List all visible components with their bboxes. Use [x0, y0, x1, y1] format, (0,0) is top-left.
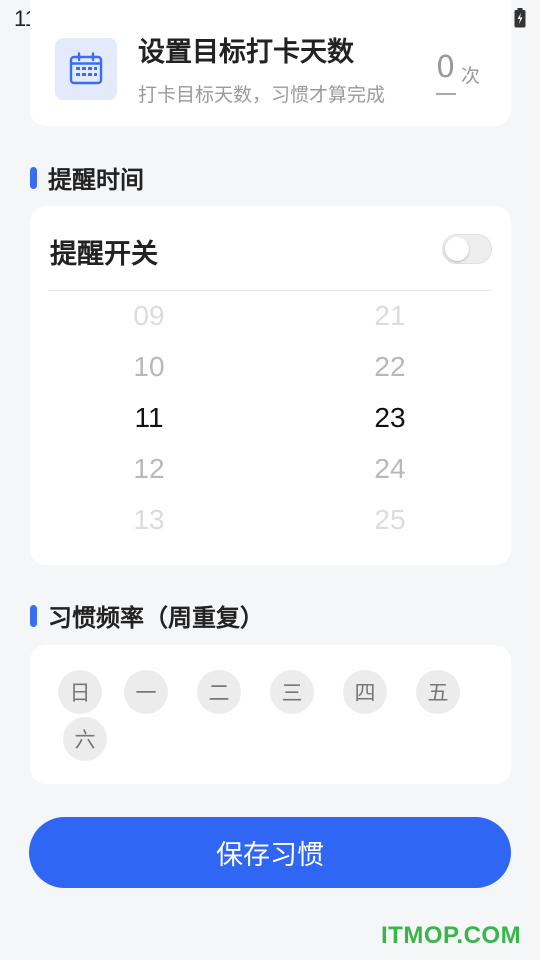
calendar-tile [55, 38, 117, 100]
reminder-toggle[interactable] [442, 234, 492, 264]
section-accent-bar [30, 166, 37, 189]
minute-option[interactable]: 25 [330, 504, 450, 536]
hour-option[interactable]: 13 [89, 504, 209, 536]
reminder-card: 提醒开关 09 10 11 12 13 21 22 23 24 25 [30, 206, 511, 565]
day-chip-monday[interactable]: 一 [124, 670, 168, 714]
minute-picker[interactable]: 21 22 23 24 25 [330, 295, 450, 555]
goal-subtitle: 打卡目标天数，习惯才算完成 [138, 84, 386, 106]
minute-option[interactable]: 24 [330, 453, 450, 485]
frequency-section-title: 习惯频率（周重复） [30, 598, 264, 633]
minute-option[interactable]: 21 [330, 300, 450, 332]
calendar-icon [69, 52, 103, 85]
section-accent-bar [30, 604, 37, 627]
day-chip-thursday[interactable]: 四 [343, 670, 387, 714]
goal-title: 设置目标打卡天数 [138, 37, 354, 68]
day-chip-friday[interactable]: 五 [416, 670, 460, 714]
frequency-card: 日 一 二 三 四 五 六 [30, 645, 511, 784]
divider [48, 290, 491, 291]
goal-count-input[interactable]: 0 [436, 50, 455, 85]
reminder-section-title: 提醒时间 [30, 160, 144, 195]
day-chip-tuesday[interactable]: 二 [197, 670, 241, 714]
battery-icon [514, 8, 526, 28]
frequency-section-label: 习惯频率（周重复） [48, 604, 264, 632]
save-habit-button[interactable]: 保存习惯 [29, 817, 511, 888]
goal-count-underline [436, 93, 456, 95]
hour-option-selected[interactable]: 11 [89, 402, 209, 434]
goal-card[interactable]: 设置目标打卡天数 打卡目标天数，习惯才算完成 0 次 [30, 0, 511, 126]
day-chip-wednesday[interactable]: 三 [270, 670, 314, 714]
minute-option[interactable]: 22 [330, 351, 450, 383]
reminder-section-label: 提醒时间 [48, 166, 144, 194]
day-chip-sunday[interactable]: 日 [58, 670, 102, 714]
minute-option-selected[interactable]: 23 [330, 402, 450, 434]
reminder-switch-label: 提醒开关 [50, 239, 158, 270]
goal-unit: 次 [461, 65, 481, 87]
hour-option[interactable]: 10 [89, 351, 209, 383]
hour-picker[interactable]: 09 10 11 12 13 [89, 295, 209, 555]
hour-option[interactable]: 12 [89, 453, 209, 485]
hour-option[interactable]: 09 [89, 300, 209, 332]
watermark-logo: ITMOP.COM [381, 922, 522, 949]
toggle-knob [445, 237, 469, 261]
day-chip-saturday[interactable]: 六 [63, 717, 107, 761]
